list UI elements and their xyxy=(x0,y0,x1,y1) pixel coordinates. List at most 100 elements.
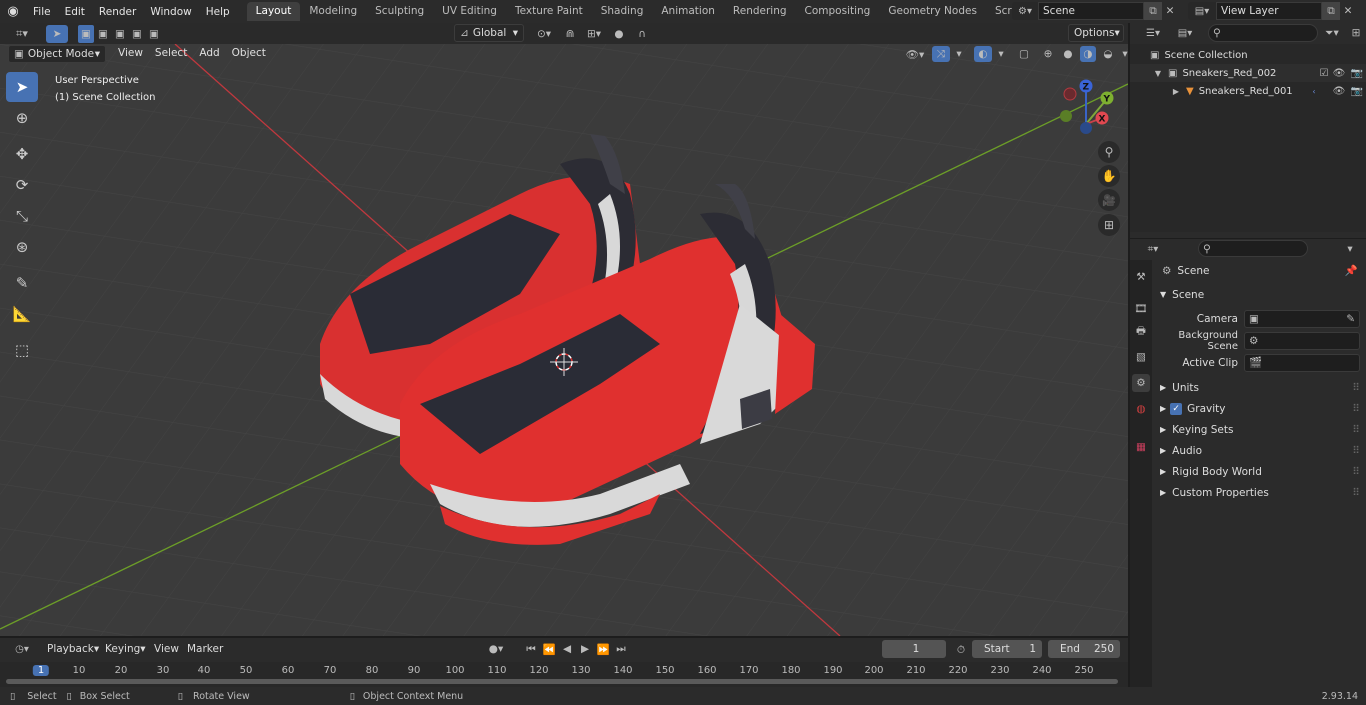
cursor-tool-icon[interactable]: ⊕ xyxy=(6,103,38,133)
outliner-scene-collection[interactable]: ▣ Scene Collection xyxy=(1130,46,1366,64)
expand-chevron-icon[interactable]: ▶ xyxy=(1170,87,1182,96)
world-tab-icon[interactable]: ◍ xyxy=(1132,400,1150,418)
tab-texture-paint[interactable]: Texture Paint xyxy=(506,2,592,21)
ortho-grid-icon[interactable]: ⊞ xyxy=(1098,214,1120,236)
scene-selector[interactable]: Scene xyxy=(1038,2,1144,20)
render-tab-icon[interactable]: 🎞 xyxy=(1132,299,1150,317)
menu-file[interactable]: File xyxy=(26,6,58,18)
current-frame-field[interactable]: 1 xyxy=(882,640,946,658)
timeline-marker-menu[interactable]: Marker xyxy=(187,643,223,655)
display-mode-icon[interactable]: ▤▾ xyxy=(1172,25,1198,41)
tab-sculpting[interactable]: Sculpting xyxy=(366,2,433,21)
end-frame-field[interactable]: End 250 xyxy=(1048,640,1120,658)
object-eye-icon[interactable]: 👁 xyxy=(1330,86,1348,97)
outliner-editor-icon[interactable]: ☰▾ xyxy=(1140,25,1166,41)
record-icon[interactable]: ●▾ xyxy=(482,641,510,657)
transform-orientation-dropdown[interactable]: ⊿ Global ▾ xyxy=(454,24,524,42)
select-box-tool-icon[interactable]: ➤ xyxy=(6,72,38,102)
jump-end-icon[interactable]: ⏭ xyxy=(612,641,630,657)
active-clip-field[interactable]: 🎬 xyxy=(1244,353,1360,372)
next-keyframe-icon[interactable]: ⏩ xyxy=(594,641,612,657)
overlay-dropdown-icon[interactable]: ▾ xyxy=(996,46,1006,62)
overlay-toggle-icon[interactable]: ◐ xyxy=(974,46,992,62)
snap-target-icon[interactable]: ⊞▾ xyxy=(582,26,606,42)
tab-layout[interactable]: Layout xyxy=(246,2,301,21)
jump-start-icon[interactable]: ⏮ xyxy=(522,641,540,657)
eyedropper-icon[interactable]: ✎ xyxy=(1346,313,1355,325)
preview-range-icon[interactable]: ⏱ xyxy=(953,642,969,658)
menu-render[interactable]: Render xyxy=(92,6,143,18)
object-menu[interactable]: Object xyxy=(226,47,272,59)
tab-shading[interactable]: Shading xyxy=(592,2,653,21)
snap-toggle-icon[interactable]: ⋒ xyxy=(562,26,578,42)
3d-viewport[interactable]: User Perspective (1) Scene Collection Z … xyxy=(0,44,1128,636)
scale-tool-icon[interactable]: ⤡ xyxy=(6,201,38,231)
timeline-editor-icon[interactable]: ◷▾ xyxy=(8,641,36,657)
shading-dropdown-icon[interactable]: ▾ xyxy=(1120,46,1130,62)
scene-icon[interactable]: ⚙▾ xyxy=(1012,2,1038,20)
units-panel[interactable]: ▶ Units ⠿ xyxy=(1152,377,1366,398)
solid-shading-icon[interactable]: ● xyxy=(1060,46,1076,62)
mode-invert-icon[interactable]: ▣ xyxy=(129,25,145,43)
wireframe-shading-icon[interactable]: ⊕ xyxy=(1040,46,1056,62)
tab-modeling[interactable]: Modeling xyxy=(300,2,366,21)
view-menu[interactable]: View xyxy=(112,47,149,59)
menu-help[interactable]: Help xyxy=(199,6,237,18)
keying-menu[interactable]: Keying ▾ xyxy=(100,640,146,658)
navigation-gizmo[interactable]: Z Y X xyxy=(1054,78,1124,148)
editor-type-icon[interactable]: ⌗▾ xyxy=(8,25,36,43)
gravity-panel[interactable]: ▶ ✓ Gravity ⠿ xyxy=(1152,398,1366,419)
prev-keyframe-icon[interactable]: ⏪ xyxy=(540,641,558,657)
falloff-icon[interactable]: ∩ xyxy=(630,26,654,42)
gizmo-neg-y[interactable] xyxy=(1060,110,1072,122)
gizmo-neg-x[interactable] xyxy=(1063,87,1077,101)
timeline-scrollbar[interactable] xyxy=(6,679,1118,684)
custom-properties-panel[interactable]: ▶ Custom Properties ⠿ xyxy=(1152,482,1366,503)
tab-compositing[interactable]: Compositing xyxy=(796,2,880,21)
delete-scene-icon[interactable]: ✕ xyxy=(1162,2,1178,20)
collection-eye-icon[interactable]: 👁 xyxy=(1330,68,1348,79)
properties-search[interactable]: ⚲ xyxy=(1198,240,1308,257)
transform-tool-icon[interactable]: ⊛ xyxy=(6,232,38,262)
tab-animation[interactable]: Animation xyxy=(652,2,724,21)
mode-subtract-icon[interactable]: ▣ xyxy=(112,25,128,43)
add-menu[interactable]: Add xyxy=(193,47,225,59)
camera-view-icon[interactable]: 🎥 xyxy=(1098,189,1120,211)
mode-new-icon[interactable]: ▣ xyxy=(78,25,94,43)
start-frame-field[interactable]: Start 1 xyxy=(972,640,1042,658)
object-mode-dropdown[interactable]: ▣ Object Mode ▾ xyxy=(8,45,106,63)
background-scene-field[interactable]: ⚙ xyxy=(1244,331,1360,350)
filter-icon[interactable]: ⏷▾ xyxy=(1320,25,1344,41)
xray-icon[interactable]: ▢ xyxy=(1016,46,1032,62)
rendered-shading-icon[interactable]: ◒ xyxy=(1100,46,1116,62)
pivot-point-icon[interactable]: ⊙▾ xyxy=(532,26,556,42)
blender-logo-icon[interactable]: ◉ xyxy=(0,0,26,23)
expand-chevron-icon[interactable]: ▼ xyxy=(1152,69,1164,78)
camera-field[interactable]: ▣ ✎ xyxy=(1244,309,1360,328)
pin-icon[interactable]: 📌 xyxy=(1345,264,1358,277)
mode-extend-icon[interactable]: ▣ xyxy=(95,25,111,43)
collection-checkbox-icon[interactable]: ☑ xyxy=(1318,68,1330,79)
scene-panel-header[interactable]: ▼ Scene xyxy=(1152,284,1366,305)
keying-sets-panel[interactable]: ▶ Keying Sets ⠿ xyxy=(1152,419,1366,440)
texture-tab-icon[interactable]: ▦ xyxy=(1132,438,1150,456)
playback-menu[interactable]: Playback ▾ xyxy=(42,640,99,658)
menu-edit[interactable]: Edit xyxy=(58,6,92,18)
rotate-tool-icon[interactable]: ⟳ xyxy=(6,170,38,200)
gizmo-toggle-icon[interactable]: ⤨ xyxy=(932,46,950,62)
outliner-object-row[interactable]: ▶ ▼ Sneakers_Red_001 ‹ 👁 📷 xyxy=(1130,82,1366,100)
outliner-collection-row[interactable]: ▼ ▣ Sneakers_Red_002 ☑ 👁 📷 xyxy=(1130,64,1366,82)
timeline-view-menu[interactable]: View xyxy=(154,643,179,655)
outliner-search[interactable]: ⚲ xyxy=(1208,24,1318,42)
material-shading-icon[interactable]: ◑ xyxy=(1080,46,1096,62)
properties-options-icon[interactable]: ▾ xyxy=(1342,241,1358,257)
new-scene-icon[interactable]: ⧉ xyxy=(1144,2,1162,20)
gizmo-dropdown-icon[interactable]: ▾ xyxy=(954,46,964,62)
view-layer-tab-icon[interactable]: ▧ xyxy=(1132,348,1150,366)
mode-intersect-icon[interactable]: ▣ xyxy=(146,25,162,43)
scene-tab-icon[interactable]: ⚙ xyxy=(1132,374,1150,392)
menu-window[interactable]: Window xyxy=(143,6,198,18)
play-reverse-icon[interactable]: ◀ xyxy=(558,641,576,657)
rigid-body-world-panel[interactable]: ▶ Rigid Body World ⠿ xyxy=(1152,461,1366,482)
delete-view-layer-icon[interactable]: ✕ xyxy=(1340,2,1356,20)
